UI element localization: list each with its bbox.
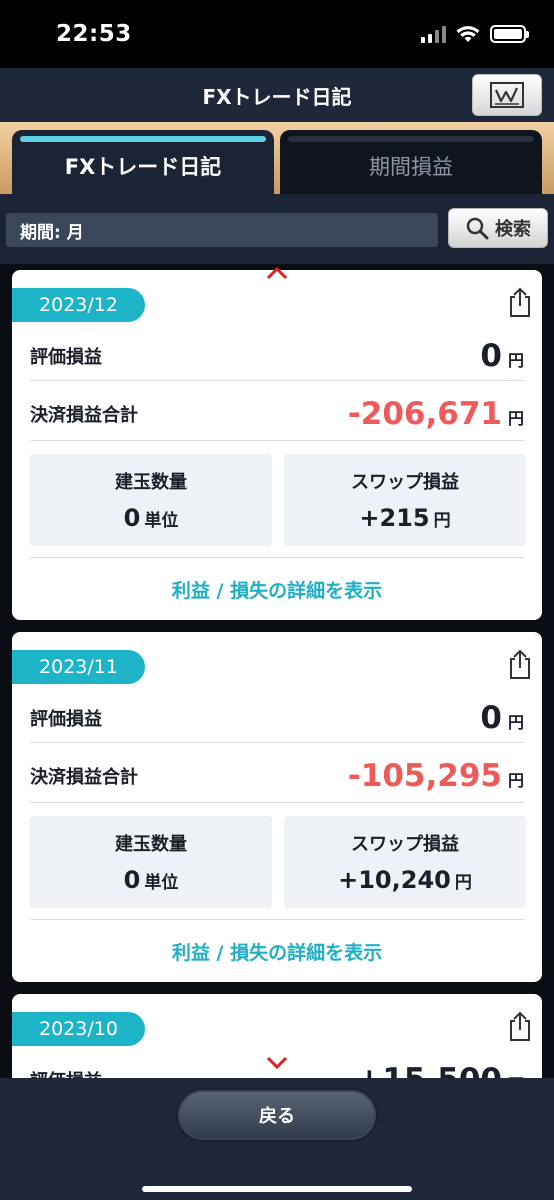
- tab-label: 期間損益: [369, 155, 453, 179]
- nav-bar: FXトレード日記: [0, 68, 554, 122]
- swap-pnl-value: +10,240 円: [338, 866, 472, 894]
- units-label: 単位: [144, 511, 179, 531]
- unrealized-pnl-label: 評価損益: [30, 1067, 102, 1078]
- wifi-icon: [456, 26, 480, 42]
- position-quantity-box: 建玉数量 0 単位: [30, 816, 272, 908]
- units-label: 単位: [144, 873, 179, 893]
- share-icon[interactable]: [506, 1010, 534, 1042]
- divider: [30, 557, 524, 558]
- status-time: 22:53: [56, 21, 132, 47]
- position-quantity-value: 0 単位: [124, 504, 179, 532]
- unrealized-pnl-row: 評価損益 0 円: [30, 332, 524, 381]
- unrealized-pnl-label: 評価損益: [30, 709, 102, 730]
- monthly-list[interactable]: 2023/12 評価損益 0 円 決済損益合計 -206,671 円 建玉数量 …: [0, 264, 554, 1078]
- position-quantity-label: 建玉数量: [115, 834, 187, 855]
- swap-pnl-box: スワップ損益 +215 円: [284, 454, 526, 546]
- tab-indicator: [288, 136, 534, 142]
- currency-unit: 円: [507, 771, 524, 790]
- realized-pnl-label: 決済損益合計: [30, 405, 138, 426]
- unrealized-pnl-value: +15,500 円: [356, 1062, 524, 1078]
- period-label: 期間: 月: [20, 222, 84, 243]
- month-card: 2023/11 評価損益 0 円 決済損益合計 -105,295 円 建玉数量 …: [12, 632, 542, 982]
- share-icon[interactable]: [506, 286, 534, 318]
- tab-label: FXトレード日記: [64, 155, 222, 179]
- swap-pnl-box: スワップ損益 +10,240 円: [284, 816, 526, 908]
- unrealized-pnl-amount: 0: [480, 338, 502, 374]
- bottom-bar: 戻る: [0, 1078, 554, 1200]
- currency-unit: 円: [507, 409, 524, 428]
- show-details-link[interactable]: 利益 / 損失の詳細を表示: [12, 570, 542, 608]
- position-quantity-amount: 0: [123, 504, 141, 532]
- scroll-down-chevron-icon[interactable]: [266, 1056, 288, 1070]
- realized-pnl-amount: -206,671: [347, 396, 502, 432]
- back-label: 戻る: [259, 1106, 295, 1127]
- cellular-signal-icon: [421, 25, 446, 43]
- chart-button[interactable]: [472, 74, 542, 116]
- swap-pnl-amount: +10,240: [338, 866, 451, 894]
- position-quantity-value: 0 単位: [124, 866, 179, 894]
- currency-unit: 円: [454, 873, 472, 893]
- show-details-link[interactable]: 利益 / 損失の詳細を表示: [12, 932, 542, 970]
- tab-period-pnl[interactable]: 期間損益: [280, 130, 542, 194]
- battery-icon: [490, 25, 529, 43]
- search-button[interactable]: 検索: [448, 208, 548, 248]
- scroll-up-chevron-icon[interactable]: [266, 266, 288, 280]
- realized-pnl-row: 決済損益合計 -206,671 円: [30, 388, 524, 441]
- realized-pnl-row: 決済損益合計 -105,295 円: [30, 750, 524, 803]
- swap-pnl-label: スワップ損益: [351, 834, 459, 855]
- currency-unit: 円: [507, 351, 524, 370]
- position-quantity-amount: 0: [123, 866, 141, 894]
- realized-pnl-value: -206,671 円: [348, 396, 524, 432]
- month-card: 2023/12 評価損益 0 円 決済損益合計 -206,671 円 建玉数量 …: [12, 270, 542, 620]
- realized-pnl-value: -105,295 円: [348, 758, 524, 794]
- currency-unit: 円: [433, 511, 451, 531]
- position-quantity-label: 建玉数量: [115, 472, 187, 493]
- unrealized-pnl-value: 0 円: [480, 700, 524, 736]
- status-bar: 22:53: [0, 0, 554, 68]
- filter-row: 期間: 月 検索: [0, 194, 554, 264]
- unrealized-pnl-label: 評価損益: [30, 347, 102, 368]
- unrealized-pnl-row: 評価損益 0 円: [30, 694, 524, 743]
- realized-pnl-label: 決済損益合計: [30, 767, 138, 788]
- unrealized-pnl-value: 0 円: [480, 338, 524, 374]
- status-icons: [421, 25, 529, 43]
- month-badge: 2023/11: [12, 650, 145, 684]
- unrealized-pnl-amount: 0: [480, 700, 502, 736]
- tab-bar: FXトレード日記 期間損益: [0, 122, 554, 194]
- currency-unit: 円: [507, 713, 524, 732]
- unrealized-pnl-amount: +15,500: [356, 1062, 502, 1078]
- back-button[interactable]: 戻る: [176, 1088, 378, 1142]
- page-title: FXトレード日記: [202, 84, 352, 109]
- realized-pnl-amount: -105,295: [347, 758, 502, 794]
- swap-pnl-value: +215 円: [359, 504, 450, 532]
- month-badge: 2023/10: [12, 1012, 145, 1046]
- month-badge: 2023/12: [12, 288, 145, 322]
- swap-pnl-amount: +215: [359, 504, 430, 532]
- currency-unit: 円: [508, 1071, 524, 1078]
- tab-indicator-active: [20, 136, 266, 142]
- swap-pnl-label: スワップ損益: [351, 472, 459, 493]
- share-icon[interactable]: [506, 648, 534, 680]
- home-indicator[interactable]: [142, 1186, 412, 1192]
- search-icon: [466, 217, 489, 240]
- tab-fx-trade-diary[interactable]: FXトレード日記: [12, 130, 274, 194]
- search-label: 検索: [495, 219, 531, 240]
- divider: [30, 919, 524, 920]
- period-selector[interactable]: 期間: 月: [6, 213, 438, 247]
- chart-icon: [490, 82, 524, 108]
- position-quantity-box: 建玉数量 0 単位: [30, 454, 272, 546]
